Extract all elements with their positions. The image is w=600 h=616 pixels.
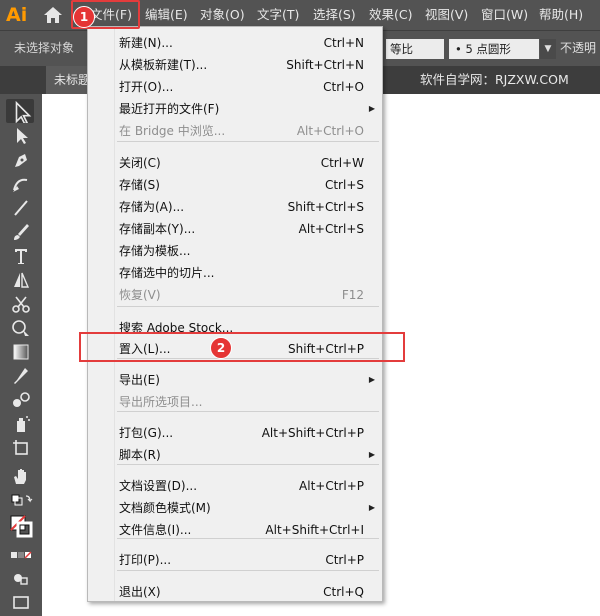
menu-item-save-as[interactable]: 存储为(A)... Shift+Ctrl+S (88, 196, 382, 218)
menu-item-label: 从模板新建(T)... (119, 58, 208, 72)
drawing-mode-icon[interactable] (9, 568, 33, 588)
no-selection-label: 未选择对象 (14, 41, 75, 55)
blend-icon[interactable] (9, 390, 33, 410)
paintbrush-icon[interactable] (9, 222, 33, 242)
menu-item-shortcut: Ctrl+W (320, 156, 364, 170)
stroke-profile-select[interactable]: 等比 (386, 39, 444, 59)
shape-builder-icon[interactable] (9, 318, 33, 338)
artboard-icon[interactable] (9, 438, 33, 458)
tools-panel (0, 94, 42, 616)
menu-item-label: 存储为(A)... (119, 200, 185, 214)
menu-item-shortcut: Ctrl+O (323, 80, 364, 94)
menu-window[interactable]: 窗口(W) (481, 0, 528, 30)
submenu-arrow-icon: ▶ (368, 104, 375, 113)
reflect-icon[interactable] (9, 270, 33, 290)
step-badge-1: 1 (73, 6, 95, 28)
menu-item-shortcut: Alt+Ctrl+P (299, 479, 364, 493)
menu-item-close[interactable]: 关闭(C) Ctrl+W (88, 152, 382, 174)
menu-item-label: 存储(S) (119, 178, 160, 192)
symbol-sprayer-icon[interactable] (9, 414, 33, 434)
menu-item-document-setup[interactable]: 文档设置(D)... Alt+Ctrl+P (88, 475, 382, 497)
menu-item-label: 退出(X) (119, 585, 161, 599)
menu-item-label: 存储副本(Y)... (119, 222, 196, 236)
menu-item-shortcut: F12 (341, 288, 364, 302)
type-icon[interactable] (9, 246, 33, 266)
menu-item-shortcut: Ctrl+P (325, 553, 364, 567)
watermark-text: 软件自学网：RJZXW.COM (420, 72, 569, 87)
place-item-highlight (79, 332, 405, 362)
menu-help[interactable]: 帮助(H) (539, 0, 583, 30)
menu-item-save-copy[interactable]: 存储副本(Y)... Alt+Ctrl+S (88, 218, 382, 240)
direct-selection-icon[interactable] (9, 126, 33, 146)
scissors-icon[interactable] (9, 294, 33, 314)
menu-view[interactable]: 视图(V) (425, 0, 468, 30)
menu-item-label: 新建(N)... (119, 36, 173, 50)
menu-item-package[interactable]: 打包(G)... Alt+Shift+Ctrl+P (88, 422, 382, 444)
hand-icon[interactable] (9, 466, 33, 486)
menu-item-label: 导出(E) (119, 373, 160, 387)
menu-item-document-color-mode[interactable]: 文档颜色模式(M) ▶ (88, 497, 382, 519)
menu-item-label: 文档设置(D)... (119, 479, 198, 493)
menu-item-shortcut: Ctrl+S (324, 178, 364, 192)
menu-item-print[interactable]: 打印(P)... Ctrl+P (88, 549, 382, 571)
menu-item-label: 在 Bridge 中浏览... (119, 124, 226, 138)
menu-item-label: 关闭(C) (119, 156, 161, 170)
menu-item-save-as-template[interactable]: 存储为模板... (88, 240, 382, 262)
pen-icon[interactable] (9, 150, 33, 170)
menu-item-label: 导出所选项目... (119, 395, 203, 409)
step-badge-2: 2 (210, 337, 232, 359)
menu-item-file-info[interactable]: 文件信息(I)... Alt+Shift+Ctrl+I (88, 519, 382, 541)
menu-item-label: 打开(O)... (119, 80, 174, 94)
menu-item-label: 脚本(R) (119, 448, 161, 462)
menu-item-label: 文档颜色模式(M) (119, 501, 211, 515)
submenu-arrow-icon: ▶ (368, 450, 375, 459)
file-menu-dropdown: 新建(N)... Ctrl+N 从模板新建(T)... Shift+Ctrl+N 打开(… (87, 26, 383, 602)
default-fill-stroke-icon[interactable] (9, 492, 33, 512)
menu-item-export[interactable]: 导出(E) ▶ (88, 369, 382, 391)
menu-item-shortcut: Ctrl+Q (323, 585, 364, 599)
home-icon[interactable] (42, 5, 64, 25)
menu-item-shortcut: Shift+Ctrl+N (286, 58, 364, 72)
menu-item-open[interactable]: 打开(O)... Ctrl+O (88, 76, 382, 98)
opacity-label[interactable]: 不透明 (560, 31, 596, 65)
menu-item-save[interactable]: 存储(S) Ctrl+S (88, 174, 382, 196)
menu-item-exit[interactable]: 退出(X) Ctrl+Q (88, 581, 382, 603)
menu-item-shortcut: Shift+Ctrl+S (287, 200, 364, 214)
menu-item-label: 存储为模板... (119, 244, 191, 258)
menu-item-label: 最近打开的文件(F) (119, 102, 220, 116)
menu-item-label: 文件信息(I)... (119, 523, 192, 537)
app-logo: Ai (6, 4, 28, 26)
submenu-arrow-icon: ▶ (368, 503, 375, 512)
menu-item-shortcut: Alt+Ctrl+O (296, 124, 364, 138)
fill-stroke-swatch-icon[interactable] (9, 514, 33, 540)
gradient-icon[interactable] (9, 342, 33, 362)
brush-definition-select[interactable]: • 5 点圆形 (449, 39, 539, 59)
menu-item-save-selected-slices[interactable]: 存储选中的切片... (88, 262, 382, 284)
menu-item-browse-in-bridge: 在 Bridge 中浏览... Alt+Ctrl+O (88, 120, 382, 142)
menu-item-export-selected: 导出所选项目... (88, 391, 382, 413)
color-mode-icon[interactable] (9, 546, 33, 566)
menu-item-new[interactable]: 新建(N)... Ctrl+N (88, 32, 382, 54)
eyedropper-icon[interactable] (9, 366, 33, 386)
submenu-arrow-icon: ▶ (368, 375, 375, 384)
menu-item-shortcut: Alt+Shift+Ctrl+I (265, 523, 364, 537)
menu-item-recent-files[interactable]: 最近打开的文件(F) ▶ (88, 98, 382, 120)
curvature-icon[interactable] (9, 174, 33, 194)
menu-item-new-from-template[interactable]: 从模板新建(T)... Shift+Ctrl+N (88, 54, 382, 76)
menu-separator (117, 306, 379, 307)
menu-item-shortcut: Ctrl+N (323, 36, 364, 50)
menu-item-scripts[interactable]: 脚本(R) ▶ (88, 444, 382, 466)
menu-item-shortcut: Alt+Ctrl+S (298, 222, 364, 236)
line-icon[interactable] (9, 198, 33, 218)
selection-tool-icon[interactable] (6, 99, 34, 125)
menu-item-label: 打包(G)... (119, 426, 174, 440)
menu-item-label: 打印(P)... (119, 553, 172, 567)
screen-mode-icon[interactable] (9, 592, 33, 612)
menu-item-label: 存储选中的切片... (119, 266, 215, 280)
chevron-down-icon[interactable]: ▼ (540, 39, 556, 59)
menu-item-shortcut: Alt+Shift+Ctrl+P (261, 426, 364, 440)
menu-item-label: 恢复(V) (119, 288, 161, 302)
menu-item-revert: 恢复(V) F12 (88, 284, 382, 306)
